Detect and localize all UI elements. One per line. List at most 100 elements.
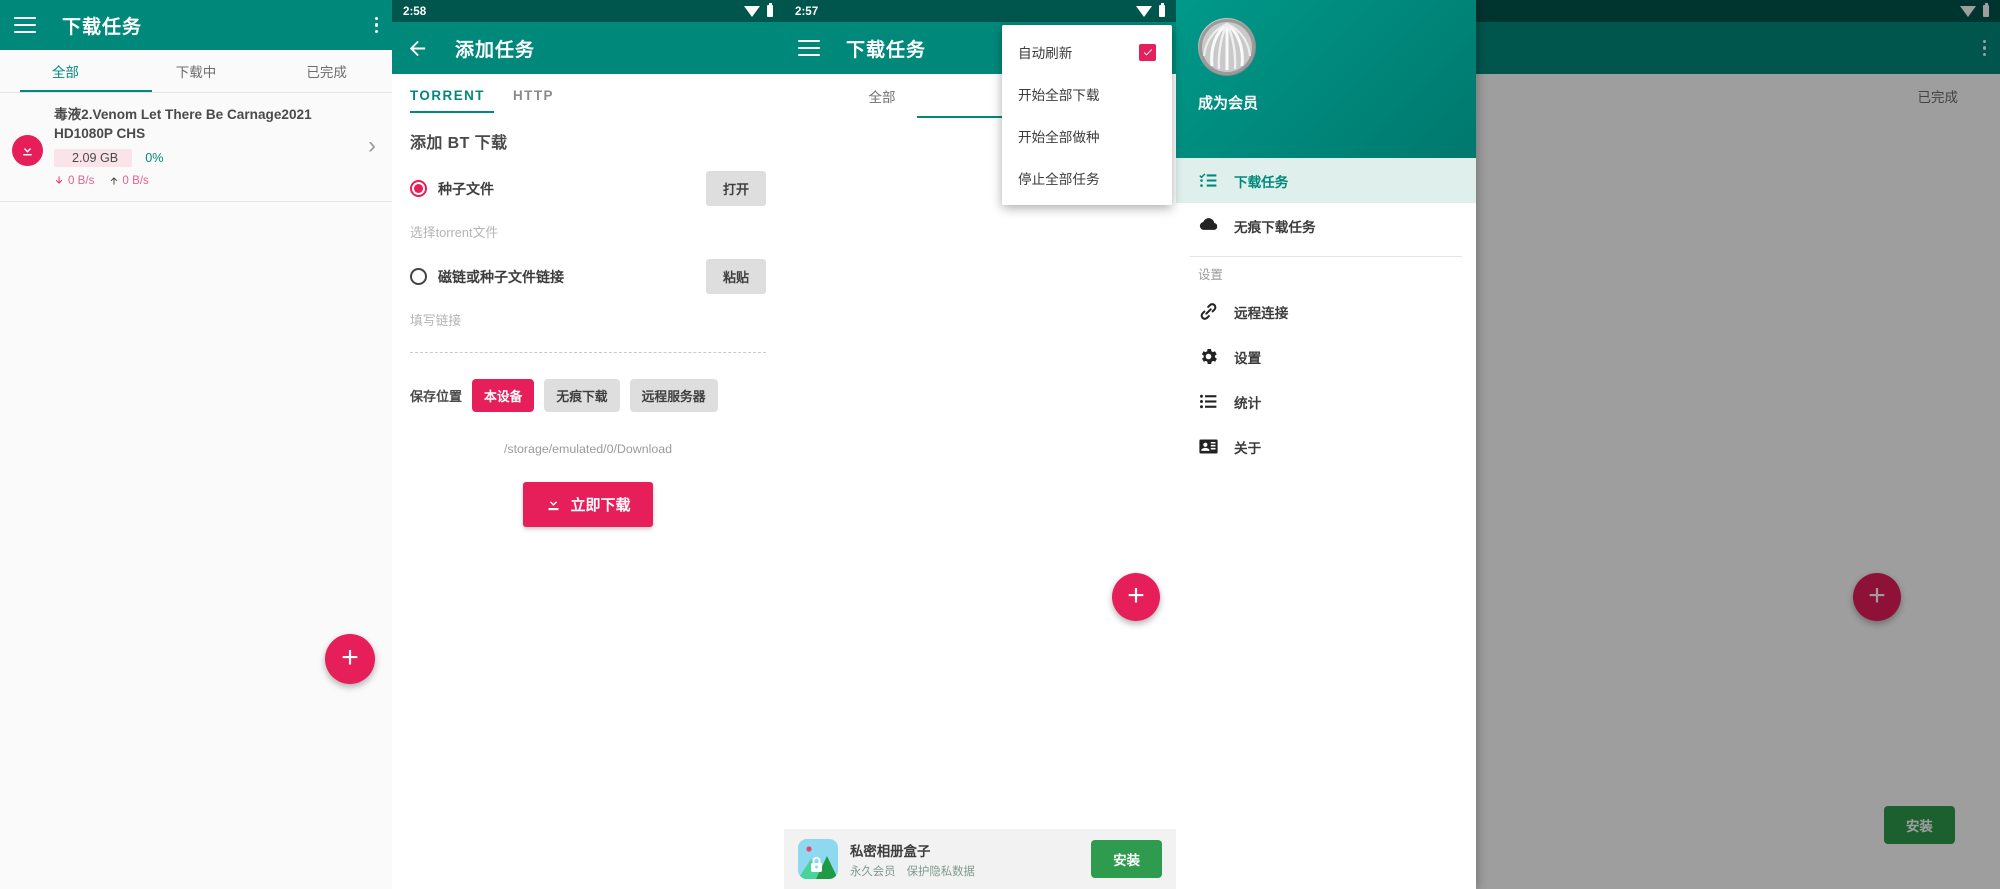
- check-icon[interactable]: [1139, 44, 1156, 61]
- plus-icon: +: [341, 643, 359, 673]
- option-magnet-row[interactable]: 磁链或种子文件链接 粘贴: [410, 259, 784, 294]
- cloud-icon: [1198, 215, 1219, 236]
- hamburger-icon[interactable]: [798, 40, 820, 56]
- download-icon: [545, 496, 562, 513]
- status-bar: 2:58: [392, 0, 784, 22]
- ad-title: 私密相册盒子: [850, 840, 1091, 860]
- add-task-fab[interactable]: +: [1112, 573, 1160, 621]
- open-file-button[interactable]: 打开: [706, 171, 766, 206]
- task-percent: 0%: [145, 151, 163, 165]
- wifi-icon: [1136, 6, 1152, 17]
- menu-item-start-all-seeding[interactable]: 开始全部做种: [1002, 115, 1172, 157]
- sidebar-item-label: 远程连接: [1234, 302, 1288, 322]
- plus-icon: +: [1127, 581, 1145, 611]
- screenshot-stage: 下载任务 全部 下载中 已完成 毒液2.Venom Let There Be C…: [0, 0, 2000, 889]
- sidebar-item-label: 设置: [1234, 347, 1261, 367]
- page-title: 下载任务: [62, 12, 142, 39]
- menu-item-auto-refresh[interactable]: 自动刷新: [1002, 31, 1172, 73]
- app-bar: 下载任务: [0, 0, 392, 50]
- menu-item-label: 自动刷新: [1018, 42, 1072, 62]
- download-now-label: 立即下载: [570, 494, 630, 515]
- sidebar-item-label: 无痕下载任务: [1234, 216, 1316, 236]
- sidebar-item-label: 统计: [1234, 392, 1261, 412]
- save-path-text: /storage/emulated/0/Download: [392, 442, 784, 456]
- app-bar: 添加任务: [392, 22, 784, 74]
- ad-sub-2: 保护隐私数据: [907, 863, 975, 879]
- navigation-drawer: 成为会员 下载任务 无痕下载任务 设置 远程连接: [1176, 0, 1476, 889]
- divider: [0, 201, 392, 202]
- chip-this-device[interactable]: 本设备: [472, 379, 534, 412]
- drawer-header[interactable]: 成为会员: [1176, 0, 1476, 158]
- menu-item-start-all-downloads[interactable]: 开始全部下载: [1002, 73, 1172, 115]
- magnet-link-hint[interactable]: 填写链接: [410, 310, 784, 329]
- arrow-back-icon[interactable]: [406, 37, 429, 60]
- overflow-menu: 自动刷新 开始全部下载 开始全部做种 停止全部任务: [1002, 25, 1172, 205]
- sidebar-item-remote-connection[interactable]: 远程连接: [1176, 289, 1476, 334]
- ad-text: 私密相册盒子 永久会员 保护隐私数据: [850, 840, 1091, 879]
- download-speed-value: 0 B/s: [68, 174, 94, 187]
- more-vertical-icon[interactable]: [375, 17, 378, 33]
- page-title: 添加任务: [455, 35, 535, 62]
- option-torrent-file-label: 种子文件: [438, 179, 494, 199]
- ad-sub-1: 永久会员: [850, 863, 896, 879]
- save-location-row: 保存位置 本设备 无痕下载 远程服务器: [410, 379, 784, 412]
- arrow-down-icon: [54, 175, 65, 186]
- task-list-item[interactable]: 毒液2.Venom Let There Be Carnage2021 HD108…: [0, 93, 392, 201]
- sidebar-item-download-tasks[interactable]: 下载任务: [1176, 158, 1476, 203]
- task-speeds: 0 B/s 0 B/s: [54, 174, 368, 187]
- tab-indicator: [20, 90, 152, 92]
- tab-all[interactable]: 全部: [0, 61, 131, 81]
- battery-icon: [767, 5, 773, 17]
- tab-torrent[interactable]: TORRENT: [410, 88, 485, 113]
- task-size: 2.09 GB: [54, 149, 132, 167]
- install-button[interactable]: 安装: [1091, 840, 1162, 878]
- upload-speed: 0 B/s: [108, 174, 148, 187]
- sidebar-item-statistics[interactable]: 统计: [1176, 379, 1476, 424]
- radio-magnet-icon[interactable]: [410, 268, 427, 285]
- download-speed: 0 B/s: [54, 174, 94, 187]
- tab-completed[interactable]: 已完成: [261, 61, 392, 81]
- tab-all[interactable]: 全部: [784, 86, 980, 106]
- download-now-button[interactable]: 立即下载: [523, 482, 652, 527]
- ad-banner[interactable]: 私密相册盒子 永久会员 保护隐私数据 安装: [784, 829, 1176, 889]
- save-location-label: 保存位置: [410, 386, 462, 405]
- task-name: 毒液2.Venom Let There Be Carnage2021 HD108…: [54, 105, 368, 144]
- avatar-icon[interactable]: [1198, 18, 1256, 76]
- tab-http[interactable]: HTTP: [513, 88, 554, 113]
- photo-lock-icon: [798, 839, 838, 879]
- battery-icon: [1159, 5, 1165, 17]
- chip-private-download[interactable]: 无痕下载: [544, 379, 619, 412]
- status-bar: 2:57: [784, 0, 1176, 22]
- option-torrent-file-row[interactable]: 种子文件 打开: [410, 171, 784, 206]
- checklist-icon: [1198, 170, 1219, 191]
- section-heading: 添加 BT 下载: [410, 129, 784, 153]
- radio-torrent-file-icon[interactable]: [410, 180, 427, 197]
- chevron-right-icon[interactable]: ›: [368, 134, 376, 158]
- tab-downloading[interactable]: 下载中: [131, 61, 262, 81]
- status-time: 2:57: [795, 5, 818, 18]
- arrow-up-icon: [108, 175, 119, 186]
- panel-navigation-drawer: 已完成 + 安装: [1176, 0, 2000, 889]
- id-card-icon: [1198, 436, 1219, 457]
- chip-remote-server[interactable]: 远程服务器: [630, 379, 718, 412]
- sidebar-item-settings[interactable]: 设置: [1176, 334, 1476, 379]
- sidebar-item-label: 下载任务: [1234, 171, 1288, 191]
- wifi-icon: [744, 6, 760, 17]
- add-task-fab[interactable]: +: [325, 634, 375, 684]
- upload-speed-value: 0 B/s: [122, 174, 148, 187]
- hamburger-icon[interactable]: [14, 17, 36, 33]
- link-icon: [1198, 301, 1219, 322]
- paste-link-button[interactable]: 粘贴: [706, 259, 766, 294]
- panel-add-task: 2:58 添加任务 TORRENT HTTP 添加 BT 下载 种子文件 打开 …: [392, 0, 784, 889]
- tab-indicator: [410, 111, 494, 113]
- ad-subtitle: 永久会员 保护隐私数据: [850, 863, 1091, 879]
- sidebar-item-private-download-tasks[interactable]: 无痕下载任务: [1176, 203, 1476, 248]
- task-meta: 2.09 GB 0%: [54, 149, 368, 167]
- sidebar-item-about[interactable]: 关于: [1176, 424, 1476, 469]
- become-member-label[interactable]: 成为会员: [1198, 92, 1476, 113]
- menu-item-stop-all-tasks[interactable]: 停止全部任务: [1002, 157, 1172, 199]
- magnet-link-input-underline[interactable]: [410, 351, 766, 353]
- divider: [1190, 256, 1462, 257]
- sidebar-section-settings: 设置: [1176, 265, 1476, 283]
- menu-item-label: 开始全部下载: [1018, 84, 1100, 104]
